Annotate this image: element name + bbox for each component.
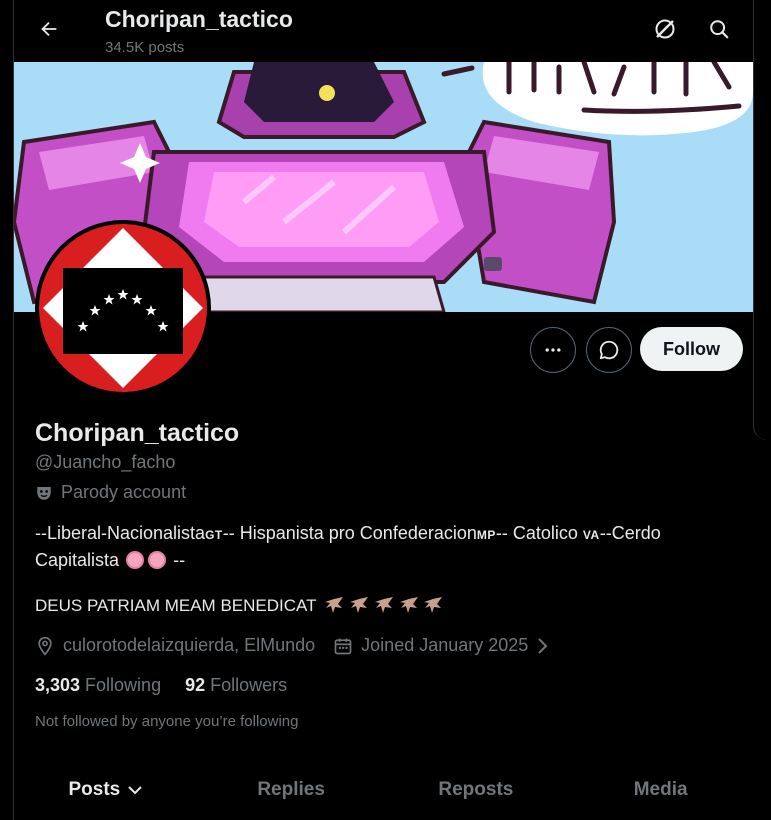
- location-pin-icon: [38, 636, 52, 656]
- tab-posts[interactable]: Posts: [14, 760, 199, 820]
- bio-segment: --: [173, 550, 186, 570]
- follow-button[interactable]: Follow: [640, 327, 743, 371]
- followers-label: Followers: [210, 675, 288, 695]
- followers-link[interactable]: 92 Followers: [185, 675, 287, 696]
- user-handle: @Juancho_facho: [35, 452, 176, 472]
- parody-text: Parody account: [61, 482, 187, 502]
- profile-header-bar: Choripan_tactico 34.5K posts: [14, 0, 753, 62]
- header-title: Choripan_tactico: [105, 6, 293, 32]
- eagle-emoji-icon: [350, 597, 369, 613]
- tab-label: Reposts: [438, 779, 514, 800]
- eagle-emoji-icon: [424, 597, 443, 613]
- search-button[interactable]: [704, 14, 734, 44]
- not-followed-notice: Not followed by anyone you’re following: [35, 713, 299, 730]
- pig-emoji-icon: [148, 551, 167, 569]
- bio-line-1: --Liberal-NacionalistaGT-- Hispanista pr…: [35, 521, 745, 548]
- arrow-left-icon: [41, 21, 57, 37]
- join-date[interactable]: Joined January 2025: [333, 635, 550, 656]
- pig-emoji-icon: [126, 551, 145, 569]
- tab-label: Media: [633, 779, 688, 800]
- grok-icon: [655, 19, 675, 39]
- tab-reposts[interactable]: Reposts: [384, 760, 569, 820]
- eagle-emoji-icon: [399, 597, 418, 613]
- parody-mask-icon: [37, 486, 51, 500]
- bio-motto: DEUS PATRIAM MEAM BENEDICAT: [35, 596, 443, 616]
- tab-label: Replies: [257, 779, 325, 800]
- left-column-border: [0, 0, 14, 820]
- grok-button[interactable]: [650, 14, 680, 44]
- search-icon: [710, 20, 729, 39]
- follow-stats: 3,303 Following 92 Followers: [35, 675, 287, 696]
- tab-replies[interactable]: Replies: [199, 760, 384, 820]
- back-button[interactable]: [32, 12, 66, 46]
- location-text: culorotodelaizquierda, ElMundo: [63, 635, 316, 655]
- profile-tabs: Posts Replies Reposts Media: [14, 760, 753, 820]
- message-button[interactable]: [586, 327, 632, 373]
- bio-segment: -- Catolico: [495, 523, 583, 543]
- following-link[interactable]: 3,303 Following: [35, 675, 161, 696]
- tab-label: Posts: [68, 779, 121, 800]
- calendar-icon: [334, 638, 352, 654]
- following-label: Following: [85, 675, 162, 695]
- following-count: 3,303: [35, 675, 81, 695]
- right-panel-edge: [753, 0, 771, 440]
- bio-segment: --Cerdo: [599, 523, 661, 543]
- message-icon: [599, 340, 619, 360]
- bio-segment: MP: [476, 528, 496, 542]
- bio-line-2: Capitalista --: [35, 548, 745, 573]
- profile-avatar[interactable]: [35, 220, 211, 396]
- avatar-flag-image: [39, 224, 207, 392]
- eagle-emoji-icon: [325, 597, 344, 613]
- followers-count: 92: [185, 675, 206, 695]
- location: culorotodelaizquierda, ElMundo: [35, 635, 315, 656]
- motto-text: DEUS PATRIAM MEAM BENEDICAT: [35, 596, 317, 615]
- eagle-emoji-icon: [374, 597, 393, 613]
- more-button[interactable]: [530, 327, 576, 373]
- bio-segment: Capitalista: [35, 550, 120, 570]
- profile-meta: culorotodelaizquierda, ElMundo Joined Ja…: [35, 635, 550, 656]
- join-date-text: Joined January 2025: [361, 635, 529, 655]
- profile-bio: --Liberal-NacionalistaGT-- Hispanista pr…: [35, 521, 745, 573]
- chevron-right-icon: [538, 637, 548, 654]
- chevron-down-icon: [128, 786, 142, 795]
- bio-segment: -- Hispanista pro Confederacion: [222, 523, 477, 543]
- tab-media[interactable]: Media: [568, 760, 753, 820]
- bio-segment: --Liberal-Nacionalista: [35, 523, 206, 543]
- bio-segment: VA: [582, 528, 600, 542]
- header-post-count: 34.5K posts: [105, 39, 185, 56]
- display-name: Choripan_tactico: [35, 419, 240, 447]
- eagle-emoji-row: [324, 596, 443, 616]
- bio-segment: GT: [205, 528, 223, 542]
- parody-label: Parody account: [35, 482, 186, 503]
- more-horizontal-icon: [545, 348, 561, 352]
